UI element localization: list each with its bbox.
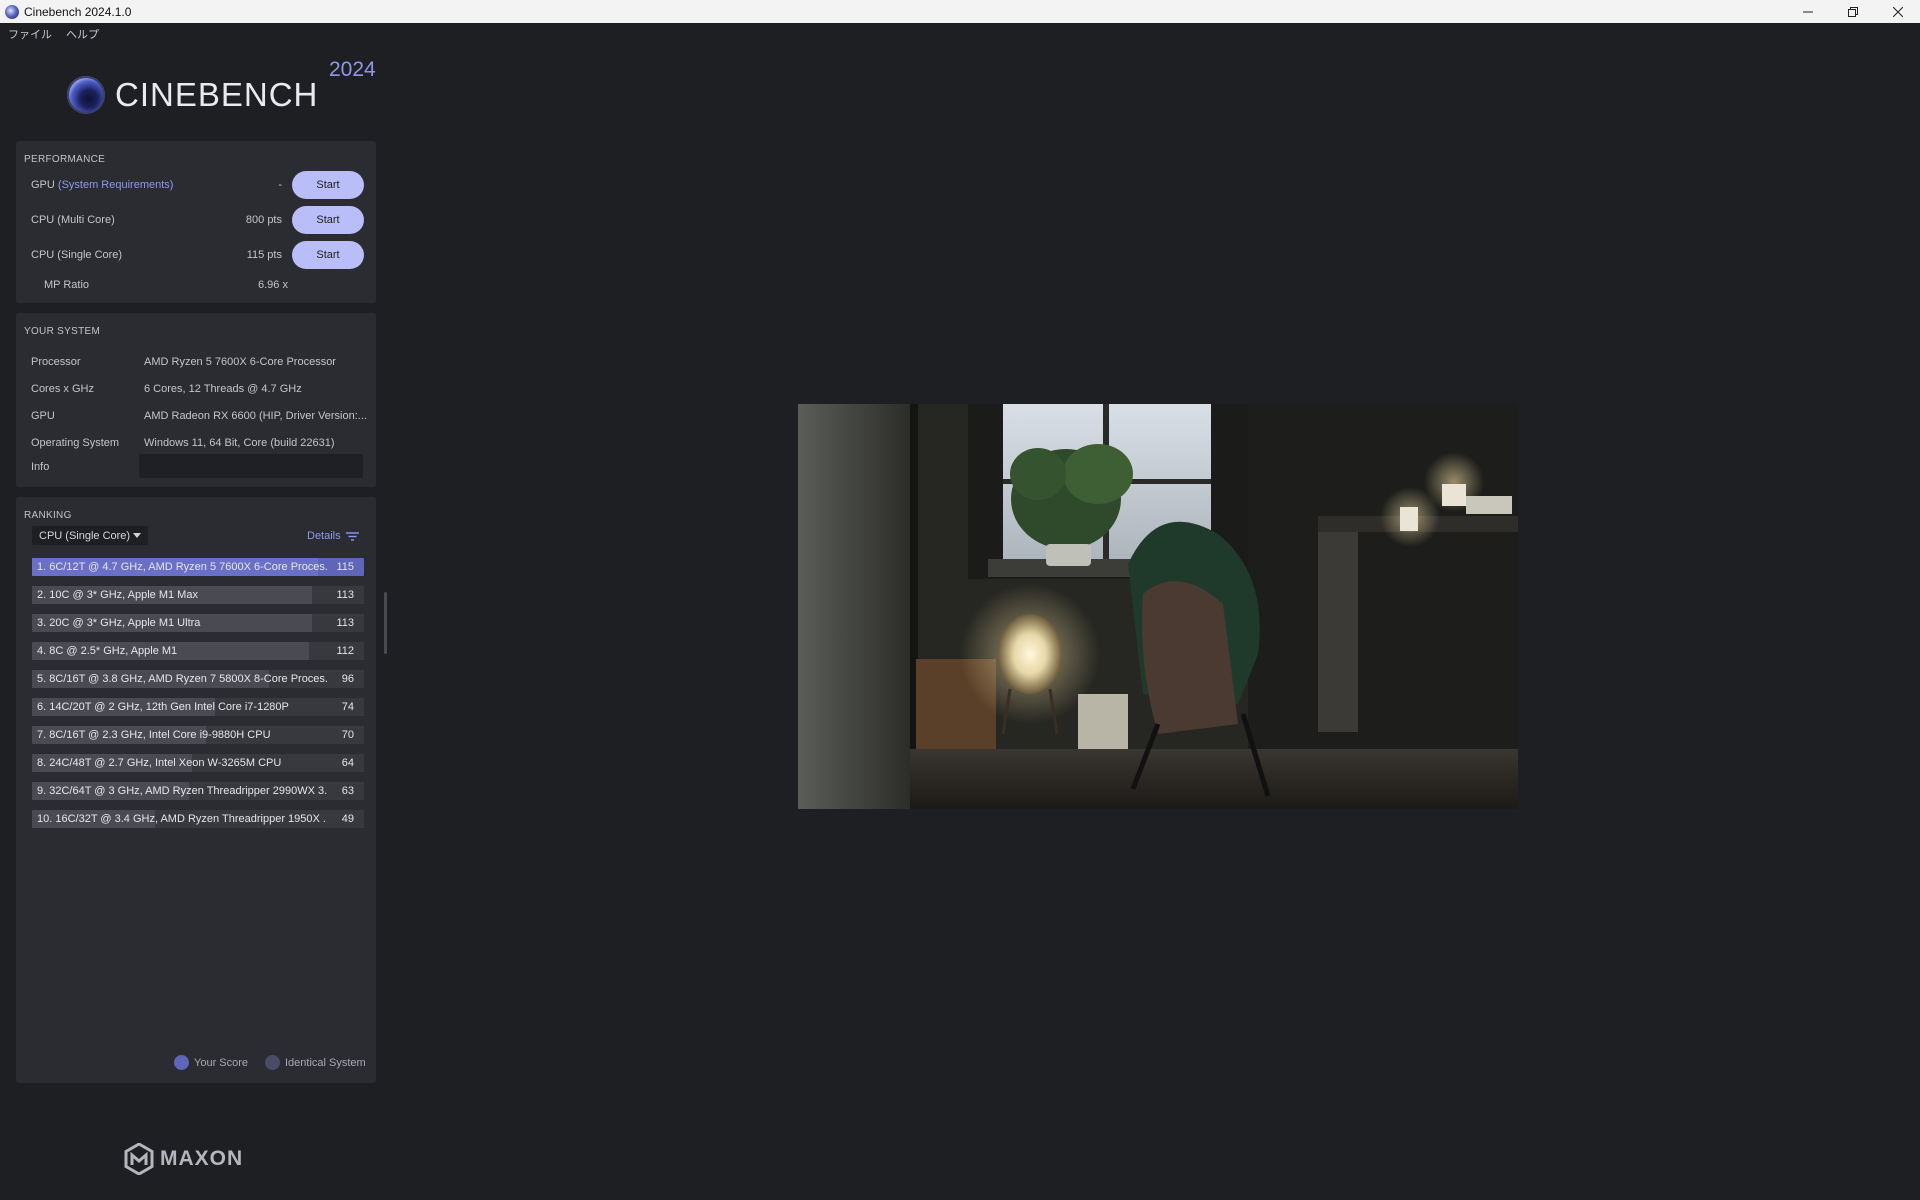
maxon-logo: MAXON: [124, 1143, 243, 1175]
cpu-multi-score: 800 pts: [245, 214, 282, 226]
window-controls: [1785, 0, 1920, 23]
title-bar: Cinebench 2024.1.0: [0, 0, 1920, 23]
legend-identical-system: Identical System: [265, 1055, 366, 1070]
minimize-icon: [1802, 11, 1813, 12]
system-header: YOUR SYSTEM: [24, 326, 101, 337]
ranking-row[interactable]: 3. 20C @ 3* GHz, Apple M1 Ultra 113: [32, 614, 364, 632]
ranking-row[interactable]: 2. 10C @ 3* GHz, Apple M1 Max 113: [32, 586, 364, 604]
cpu-single-start-button[interactable]: Start: [292, 241, 364, 269]
chevron-down-icon: [133, 533, 141, 538]
ranking-row[interactable]: 9. 32C/64T @ 3 GHz, AMD Ryzen Threadripp…: [32, 782, 364, 800]
legend-your-score-label: Your Score: [194, 1056, 249, 1069]
ranking-row[interactable]: 4. 8C @ 2.5* GHz, Apple M1 112: [32, 642, 364, 660]
ranking-header: RANKING: [24, 510, 72, 521]
ranking-row-label: 10. 16C/32T @ 3.4 GHz, AMD Ryzen Threadr…: [37, 813, 327, 825]
ranking-row-score: 63: [341, 785, 354, 797]
menu-help[interactable]: ヘルプ: [66, 26, 99, 42]
menu-file[interactable]: ファイル: [8, 26, 52, 42]
ranking-row[interactable]: 5. 8C/16T @ 3.8 GHz, AMD Ryzen 7 5800X 8…: [32, 670, 364, 688]
gpu-score: -: [278, 179, 282, 191]
ranking-row-label: 6. 14C/20T @ 2 GHz, 12th Gen Intel Core …: [37, 701, 289, 713]
ranking-list: 1. 6C/12T @ 4.7 GHz, AMD Ryzen 5 7600X 6…: [32, 558, 364, 838]
system-panel: YOUR SYSTEM Processor AMD Ryzen 5 7600X …: [16, 313, 376, 487]
processor-label: Processor: [31, 356, 81, 368]
ranking-row-label: 8. 24C/48T @ 2.7 GHz, Intel Xeon W-3265M…: [37, 757, 282, 769]
system-requirements-link[interactable]: (System Requirements): [58, 179, 174, 191]
cinebench-sphere-icon: [67, 76, 105, 114]
logo-year: 2024: [329, 58, 376, 81]
ranking-row-label: 5. 8C/16T @ 3.8 GHz, AMD Ryzen 7 5800X 8…: [37, 673, 327, 685]
details-button[interactable]: Details: [307, 530, 359, 542]
panel-scrollbar[interactable]: [384, 592, 387, 654]
ranking-panel: RANKING CPU (Single Core) Details 1. 6C/…: [16, 497, 376, 1083]
cpu-single-label: CPU (Single Core): [31, 249, 123, 261]
ranking-row-score: 70: [341, 729, 354, 741]
cpu-single-row: CPU (Single Core) 115 pts Start: [31, 241, 364, 269]
info-field[interactable]: [139, 454, 363, 478]
ranking-row-label: 3. 20C @ 3* GHz, Apple M1 Ultra: [37, 617, 201, 629]
performance-header: PERFORMANCE: [24, 154, 106, 165]
minimize-button[interactable]: [1785, 0, 1830, 23]
ranking-row-label: 1. 6C/12T @ 4.7 GHz, AMD Ryzen 5 7600X 6…: [37, 561, 327, 573]
ranking-row-score: 74: [341, 701, 354, 713]
details-label: Details: [307, 530, 341, 542]
gpu-info-label: GPU: [31, 410, 55, 422]
cores-label: Cores x GHz: [31, 383, 94, 395]
ranking-category-dropdown[interactable]: CPU (Single Core): [32, 526, 148, 545]
cpu-multi-start-button[interactable]: Start: [292, 206, 364, 234]
ranking-row-score: 64: [341, 757, 354, 769]
cpu-multi-label: CPU (Multi Core): [31, 214, 115, 226]
ranking-row[interactable]: 7. 8C/16T @ 2.3 GHz, Intel Core i9-9880H…: [32, 726, 364, 744]
ranking-row[interactable]: 1. 6C/12T @ 4.7 GHz, AMD Ryzen 5 7600X 6…: [32, 558, 364, 576]
close-button[interactable]: [1875, 0, 1920, 23]
ranking-row[interactable]: 10. 16C/32T @ 3.4 GHz, AMD Ryzen Threadr…: [32, 810, 364, 828]
cores-value: 6 Cores, 12 Threads @ 4.7 GHz: [144, 383, 302, 395]
restore-button[interactable]: [1830, 0, 1875, 23]
restore-icon: [1847, 6, 1858, 17]
identical-system-swatch: [265, 1055, 280, 1070]
maxon-mark-icon: [124, 1143, 154, 1175]
close-icon: [1892, 6, 1903, 17]
ranking-row-score: 96: [341, 673, 354, 685]
ranking-row-label: 7. 8C/16T @ 2.3 GHz, Intel Core i9-9880H…: [37, 729, 271, 741]
legend-your-score: Your Score: [174, 1055, 248, 1070]
menu-bar: ファイル ヘルプ: [0, 23, 113, 45]
your-score-swatch: [174, 1055, 189, 1070]
ranking-row-score: 49: [341, 813, 354, 825]
ranking-row-score: 113: [336, 589, 354, 601]
legend-identical-system-label: Identical System: [285, 1056, 366, 1069]
os-label: Operating System: [31, 437, 120, 449]
ranking-row-label: 4. 8C @ 2.5* GHz, Apple M1: [37, 645, 178, 657]
ranking-row-score: 112: [336, 645, 354, 657]
cpu-multi-row: CPU (Multi Core) 800 pts Start: [31, 206, 364, 234]
render-preview-image: [798, 404, 1518, 809]
cinebench-logo: CINEBENCH: [67, 76, 318, 114]
ranking-row-label: 2. 10C @ 3* GHz, Apple M1 Max: [37, 589, 198, 601]
logo-text: CINEBENCH: [115, 76, 319, 113]
gpu-label-text: GPU: [31, 179, 55, 191]
gpu-label: GPU (System Requirements): [31, 179, 173, 191]
performance-panel: PERFORMANCE GPU (System Requirements) - …: [16, 141, 376, 303]
processor-value: AMD Ryzen 5 7600X 6-Core Processor: [144, 356, 336, 368]
rendered-room-scene: [798, 404, 1518, 809]
window-title: Cinebench 2024.1.0: [24, 4, 132, 19]
ranking-row-score: 115: [336, 561, 354, 573]
info-label: Info: [31, 461, 50, 473]
cinebench-app-icon: [5, 4, 19, 19]
mp-ratio-label: MP Ratio: [44, 279, 90, 291]
gpu-row: GPU (System Requirements) - Start: [31, 171, 364, 199]
ranking-row[interactable]: 8. 24C/48T @ 2.7 GHz, Intel Xeon W-3265M…: [32, 754, 364, 772]
maxon-text: MAXON: [160, 1147, 244, 1170]
ranking-category-value: CPU (Single Core): [39, 529, 131, 542]
filter-icon: [345, 531, 359, 541]
cpu-single-score: 115 pts: [246, 249, 282, 261]
ranking-row[interactable]: 6. 14C/20T @ 2 GHz, 12th Gen Intel Core …: [32, 698, 364, 716]
os-value: Windows 11, 64 Bit, Core (build 22631): [144, 437, 335, 449]
mp-ratio-value: 6.96 x: [258, 279, 288, 291]
gpu-info-value: AMD Radeon RX 6600 (HIP, Driver Version:…: [144, 410, 367, 422]
ranking-row-score: 113: [336, 617, 354, 629]
ranking-row-label: 9. 32C/64T @ 3 GHz, AMD Ryzen Threadripp…: [37, 785, 327, 797]
gpu-start-button[interactable]: Start: [292, 171, 364, 199]
